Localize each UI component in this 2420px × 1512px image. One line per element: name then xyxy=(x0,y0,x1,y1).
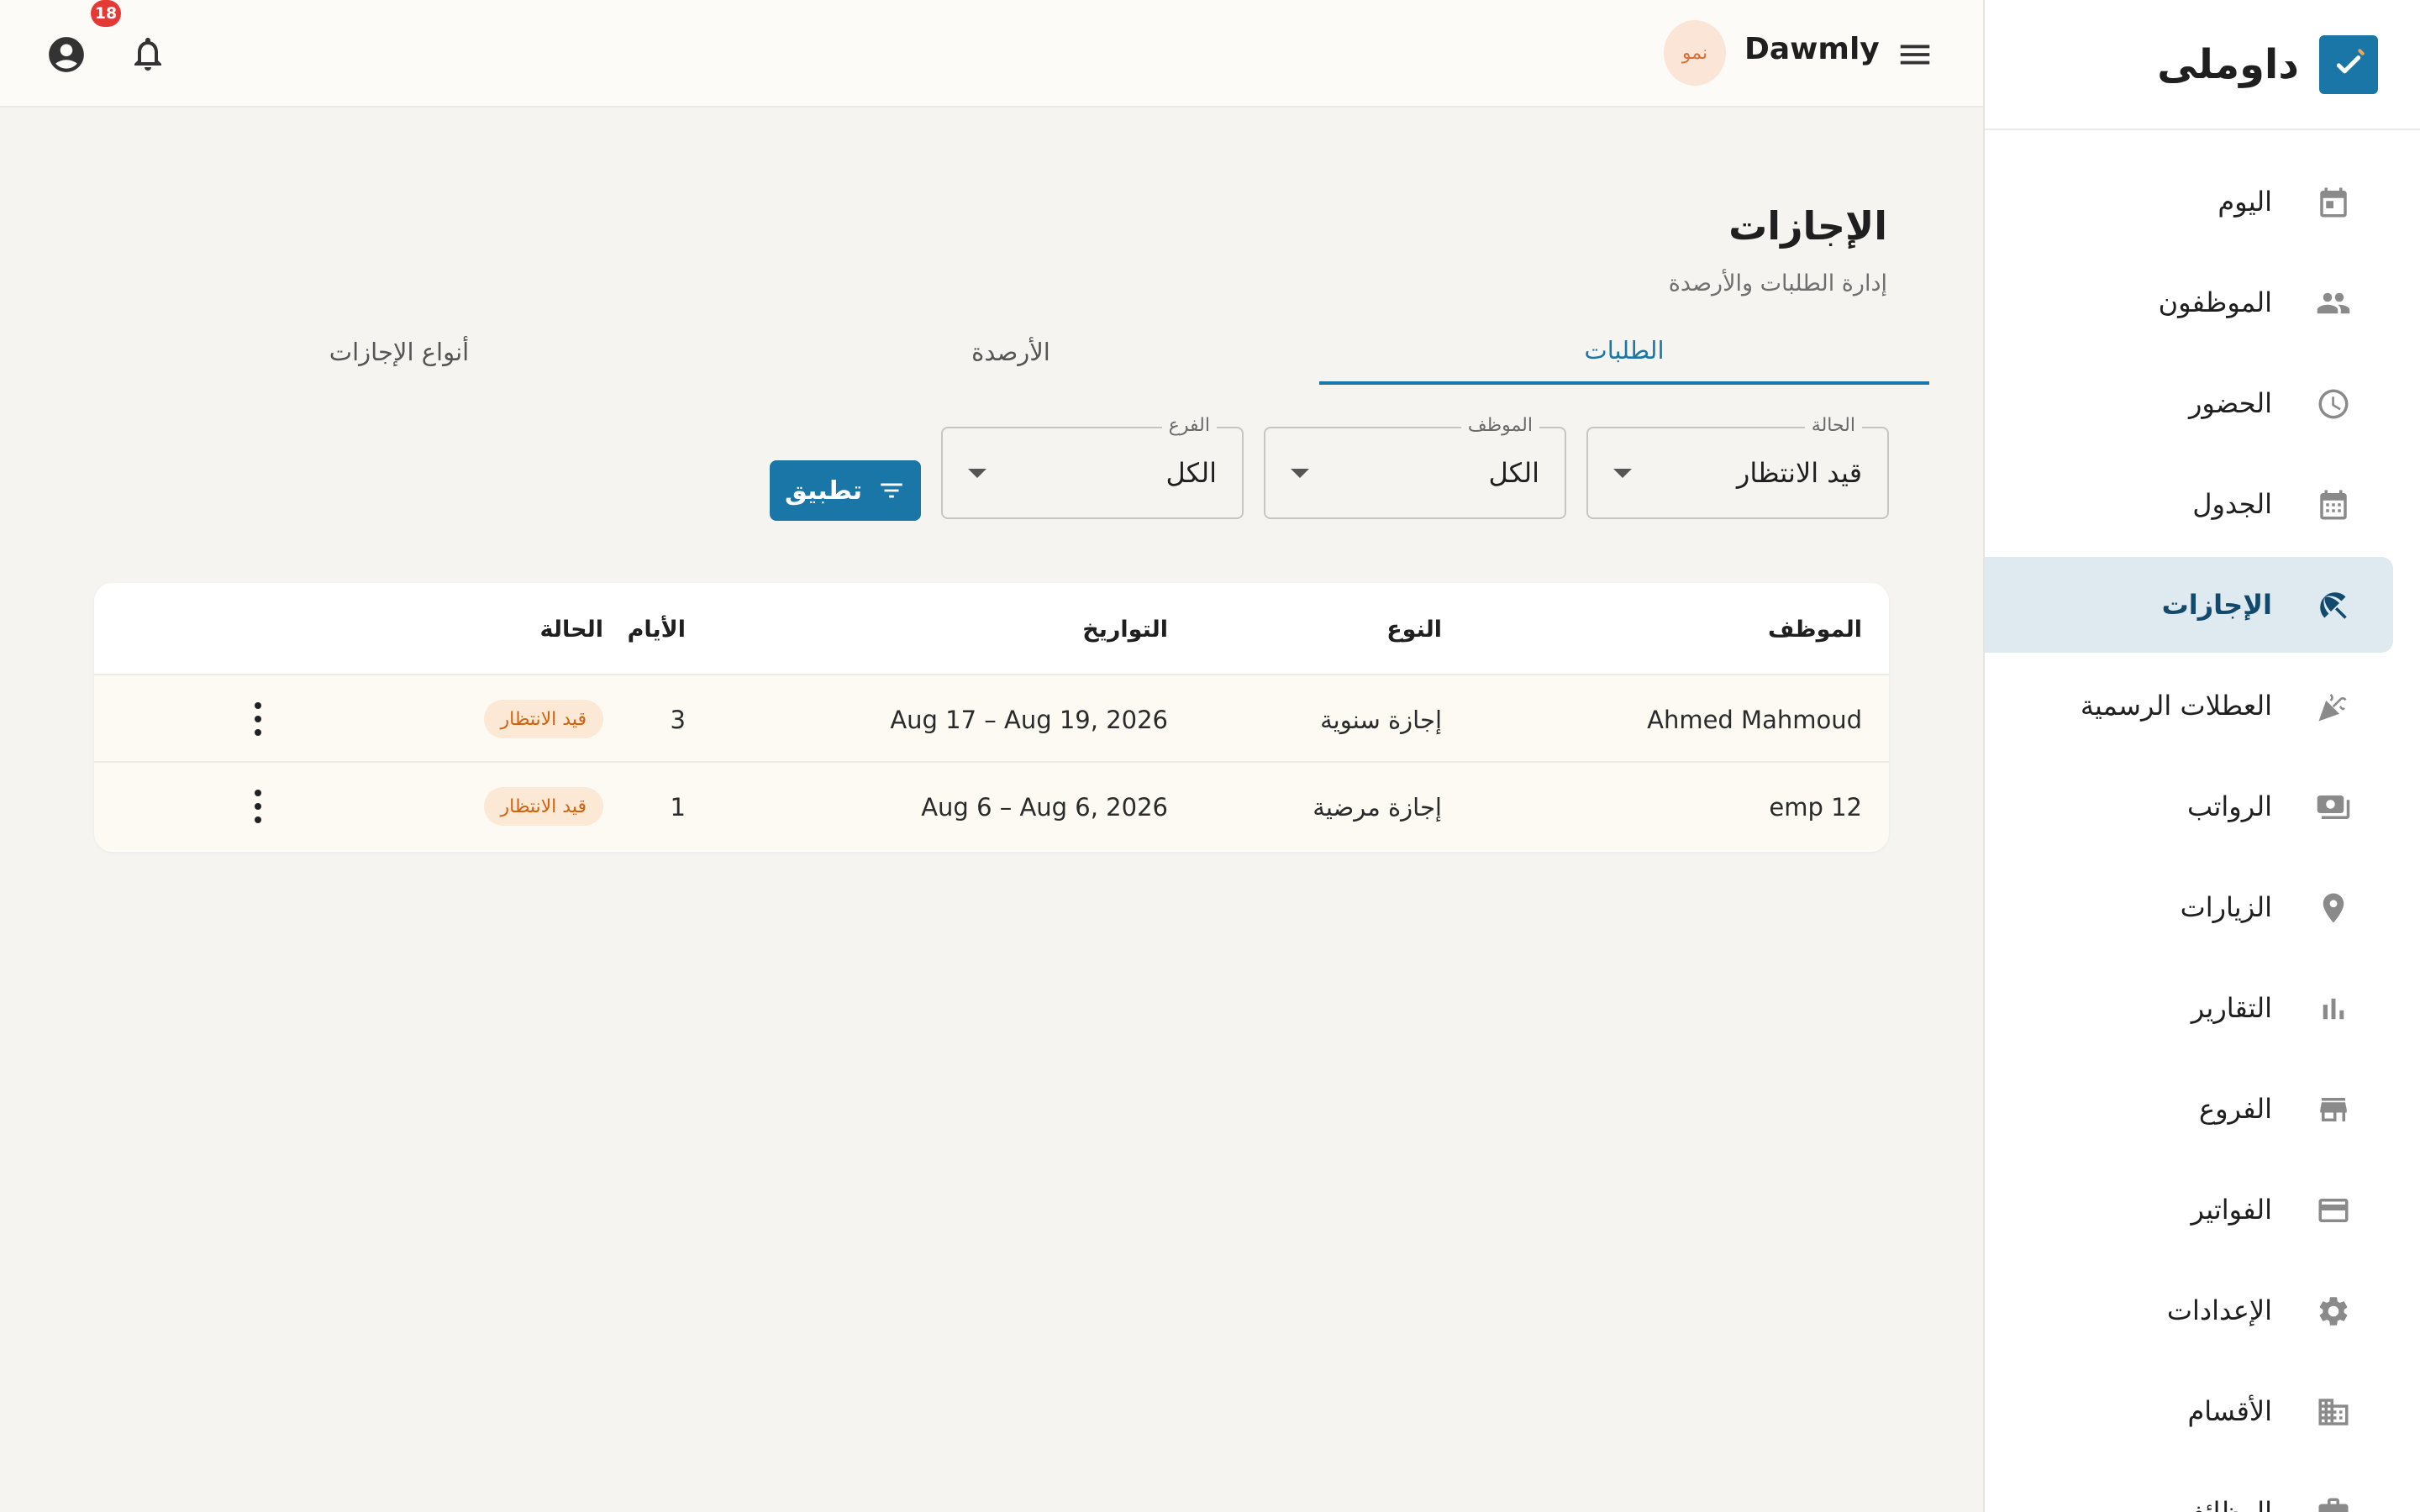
avatar[interactable]: نمو xyxy=(1664,20,1726,86)
cell-dates: Aug 17 – Aug 19, 2026 xyxy=(890,706,1168,734)
table-header: الموظف النوع التواريخ الأيام الحالة xyxy=(94,583,1889,675)
sidebar-item-reports[interactable]: التقارير xyxy=(1985,960,2393,1056)
brand[interactable]: داوملى xyxy=(2157,35,2378,94)
branch-select-label: الفرع xyxy=(1161,415,1217,436)
sidebar-item-label: الأقسام xyxy=(2187,1395,2272,1427)
status-select-value: قيد الانتظار xyxy=(1736,457,1862,489)
column-header-type: النوع xyxy=(1386,617,1442,643)
branch-select[interactable]: الفرع الكل xyxy=(941,415,1244,519)
bar-chart-icon xyxy=(2323,998,2344,1020)
sidebar-item-jobs[interactable]: الوظائف xyxy=(1985,1464,2393,1512)
cell-type: إجازة مرضية xyxy=(1313,793,1442,822)
sidebar-item-label: التقارير xyxy=(2191,992,2272,1024)
sidebar-item-label: الوظائف xyxy=(2177,1496,2272,1512)
notification-badge: 18 xyxy=(91,0,121,27)
page-title: الإجازات xyxy=(1728,203,1887,249)
status-badge: قيد الانتظار xyxy=(483,787,603,826)
sidebar-item-label: الحضور xyxy=(2188,387,2272,419)
chevron-down-icon xyxy=(1613,469,1632,478)
people-icon xyxy=(2317,292,2350,314)
employee-select-value: الكل xyxy=(1488,457,1539,489)
chevron-down-icon xyxy=(968,469,986,478)
bell-icon[interactable] xyxy=(128,34,168,74)
check-icon xyxy=(2319,35,2378,94)
sidebar-nav: اليوم الموظفون الحضور الجدول الإجازات ال… xyxy=(1985,154,2420,1512)
cell-employee: emp 12 xyxy=(1769,793,1862,822)
credit-card-icon xyxy=(2318,1199,2349,1222)
sidebar-item-today[interactable]: اليوم xyxy=(1985,154,2393,249)
employee-select-label: الموظف xyxy=(1460,415,1539,436)
filter-icon xyxy=(881,483,902,498)
sidebar-item-label: الإعدادات xyxy=(2166,1294,2272,1326)
sidebar-item-schedule[interactable]: الجدول xyxy=(1985,456,2393,552)
calendar-grid-icon xyxy=(2320,490,2347,520)
status-badge: قيد الانتظار xyxy=(483,700,603,738)
table-row[interactable]: Ahmed Mahmoud إجازة سنوية Aug 17 – Aug 1… xyxy=(94,675,1889,763)
calendar-today-icon xyxy=(2320,187,2347,218)
apply-button[interactable]: تطبيق xyxy=(770,460,921,521)
cell-type: إجازة سنوية xyxy=(1320,706,1442,734)
sidebar-item-visits[interactable]: الزيارات xyxy=(1985,859,2393,955)
cell-employee: Ahmed Mahmoud xyxy=(1647,706,1862,734)
sidebar-item-label: الجدول xyxy=(2192,488,2272,520)
cell-days: 3 xyxy=(670,706,686,734)
sidebar-item-branches[interactable]: الفروع xyxy=(1985,1061,2393,1157)
apply-button-label: تطبيق xyxy=(784,475,863,506)
beach-umbrella-icon xyxy=(2320,592,2347,619)
column-header-employee: الموظف xyxy=(1767,617,1862,643)
sidebar-item-label: الزيارات xyxy=(2180,891,2272,923)
sidebar-item-label: الفروع xyxy=(2198,1093,2272,1125)
sidebar-item-departments[interactable]: الأقسام xyxy=(1985,1363,2393,1459)
app-name: Dawmly xyxy=(1744,32,1880,66)
sidebar: داوملى اليوم الموظفون الحضور الجدول الإج… xyxy=(1983,0,2420,1512)
menu-icon[interactable] xyxy=(1896,35,1934,74)
sidebar-item-label: الموظفون xyxy=(2158,286,2272,318)
sidebar-item-payroll[interactable]: الرواتب xyxy=(1985,759,2393,854)
account-circle-icon[interactable] xyxy=(45,34,87,76)
clock-icon xyxy=(2318,389,2349,419)
page-subtitle: إدارة الطلبات والأرصدة xyxy=(1668,270,1887,297)
celebration-icon xyxy=(2318,694,2347,722)
sidebar-item-leaves[interactable]: الإجازات xyxy=(1985,557,2393,653)
building-icon xyxy=(2318,1399,2349,1425)
more-vert-icon[interactable] xyxy=(250,702,266,736)
sidebar-item-label: العطلات الرسمية xyxy=(2080,690,2272,722)
briefcase-icon xyxy=(2318,1498,2349,1512)
sidebar-item-holidays[interactable]: العطلات الرسمية xyxy=(1985,658,2393,753)
cell-dates: Aug 6 – Aug 6, 2026 xyxy=(921,793,1168,822)
sidebar-item-attendance[interactable]: الحضور xyxy=(1985,355,2393,451)
status-select[interactable]: الحالة قيد الانتظار xyxy=(1586,415,1889,519)
status-select-label: الحالة xyxy=(1804,415,1862,436)
sidebar-item-invoices[interactable]: الفواتير xyxy=(1985,1162,2393,1257)
more-vert-icon[interactable] xyxy=(250,790,266,823)
location-pin-icon xyxy=(2323,893,2344,923)
column-header-dates: التواريخ xyxy=(1082,617,1168,643)
sidebar-divider xyxy=(1985,129,2420,130)
cell-days: 1 xyxy=(670,793,686,822)
chevron-down-icon xyxy=(1291,469,1309,478)
sidebar-item-settings[interactable]: الإعدادات xyxy=(1985,1263,2393,1358)
sidebar-item-label: اليوم xyxy=(2217,186,2272,218)
sidebar-item-label: الرواتب xyxy=(2187,790,2272,822)
branch-select-value: الكل xyxy=(1165,457,1217,489)
tab-balances[interactable]: الأرصدة xyxy=(706,319,1316,385)
tab-requests[interactable]: الطلبات xyxy=(1319,319,1929,385)
employee-select[interactable]: الموظف الكل xyxy=(1264,415,1566,519)
tabs: الطلبات الأرصدة أنواع الإجازات xyxy=(94,319,1929,385)
tab-leave-types[interactable]: أنواع الإجازات xyxy=(94,319,704,385)
money-icon xyxy=(2317,795,2350,819)
column-header-status: الحالة xyxy=(539,617,603,643)
column-header-days: الأيام xyxy=(627,617,686,643)
top-bar: Dawmly نمو 18 xyxy=(0,0,1983,108)
sidebar-item-employees[interactable]: الموظفون xyxy=(1985,255,2393,350)
table-row[interactable]: emp 12 إجازة مرضية Aug 6 – Aug 6, 2026 1… xyxy=(94,763,1889,850)
leave-requests-table: الموظف النوع التواريخ الأيام الحالة Ahme… xyxy=(94,583,1889,852)
brand-name: داوملى xyxy=(2157,41,2299,88)
sidebar-item-label: الإجازات xyxy=(2161,589,2272,621)
sidebar-item-label: الفواتير xyxy=(2191,1194,2272,1226)
gear-icon xyxy=(2319,1297,2348,1326)
store-icon xyxy=(2320,1098,2347,1121)
